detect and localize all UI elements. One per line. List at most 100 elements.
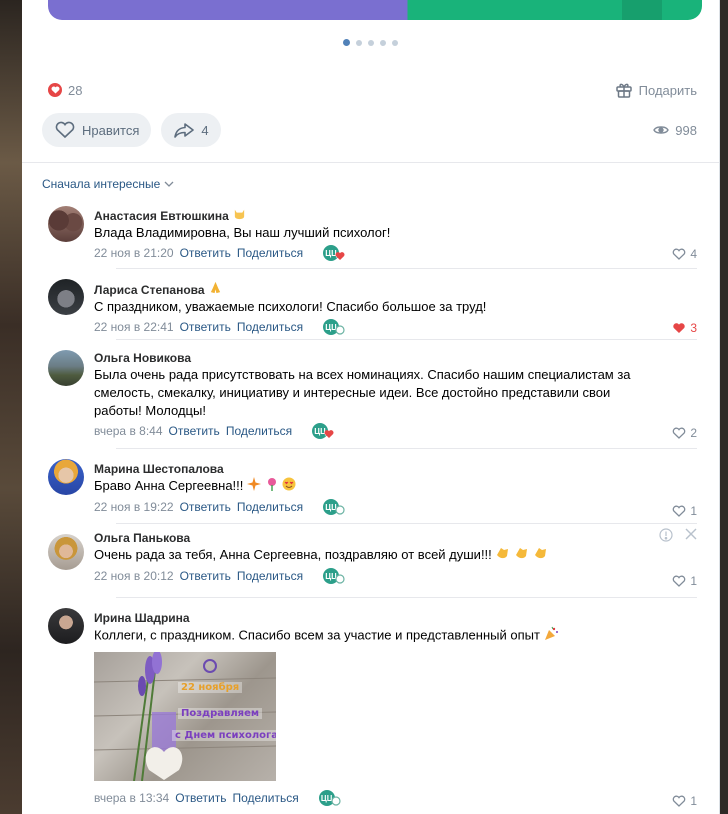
reply-link[interactable]: Ответить (180, 569, 231, 583)
avatar[interactable] (48, 206, 84, 242)
avatar[interactable] (48, 279, 84, 315)
share-link[interactable]: Поделиться (237, 500, 303, 514)
carousel-dot-1[interactable] (343, 39, 350, 46)
attachment-greeting-text: Поздравляем (178, 708, 263, 719)
attachment-date-text: 22 ноября (178, 682, 243, 693)
comment-text-content: Браво Анна Сергеевна!!! (94, 478, 244, 493)
comment-like-button[interactable]: 1 (672, 504, 697, 518)
comment-like-count: 1 (690, 574, 697, 588)
comment-author[interactable]: Марина Шестопалова (94, 461, 224, 477)
reply-link[interactable]: Ответить (180, 320, 231, 334)
comment-reactions[interactable]: ЦЦ (323, 499, 345, 516)
post-image-bottom[interactable] (48, 0, 702, 20)
share-link[interactable]: Поделиться (237, 246, 303, 260)
report-icon[interactable] (659, 528, 673, 542)
gift-button[interactable]: Подарить (615, 81, 697, 99)
comment-text-line: Была очень рада присутствовать на всех н… (94, 367, 631, 382)
likes-count: 28 (68, 82, 83, 98)
comment-like-count: 1 (690, 504, 697, 518)
share-link[interactable]: Поделиться (226, 424, 292, 438)
comment-controls (659, 528, 697, 542)
reply-link[interactable]: Ответить (169, 424, 220, 438)
carousel-dot-2[interactable] (356, 40, 362, 46)
party-popper-emoji-icon (544, 626, 559, 646)
reply-link[interactable]: Ответить (180, 246, 231, 260)
comment-time[interactable]: вчера в 8:44 (94, 424, 163, 438)
close-icon[interactable] (685, 528, 697, 540)
comment-author[interactable]: Ирина Шадрина (94, 610, 190, 626)
heart-outline-icon (672, 575, 686, 587)
clap-emoji-icon (514, 546, 529, 565)
avatar[interactable] (48, 350, 84, 386)
share-button[interactable]: 4 (161, 113, 221, 147)
comment-like-count: 3 (690, 321, 697, 335)
share-arrow-icon (174, 123, 195, 138)
comment-like-button[interactable]: 3 (672, 321, 697, 335)
comment-author[interactable]: Ольга Новикова (94, 350, 191, 366)
gift-icon (615, 83, 632, 98)
avatar[interactable] (48, 608, 84, 644)
heart-outline-icon (672, 248, 686, 260)
flower-emoji-icon (265, 477, 279, 496)
comment-text: Очень рада за тебя, Анна Сергеевна, позд… (94, 546, 697, 565)
clap-emoji-icon (533, 546, 548, 565)
comments-sort-dropdown[interactable]: Сначала интересные (42, 177, 174, 191)
comment-reactions[interactable]: ЦЦ (312, 423, 334, 439)
sparkle-emoji-icon (247, 477, 262, 496)
comment-text: Влада Владимировна, Вы наш лучший психол… (94, 225, 391, 240)
comment-author[interactable]: Лариса Степанова (94, 282, 205, 298)
carousel-dot-5[interactable] (392, 40, 398, 46)
comment-item: Марина Шестопалова Браво Анна Сергеевна!… (22, 449, 719, 523)
comment-time[interactable]: вчера в 13:34 (94, 791, 169, 805)
share-link[interactable]: Поделиться (232, 791, 298, 805)
share-link[interactable]: Поделиться (237, 320, 303, 334)
comment-like-count: 1 (690, 794, 697, 808)
carousel-dot-4[interactable] (380, 40, 386, 46)
background-right-strip (720, 0, 728, 814)
comment-time[interactable]: 22 ноя в 21:20 (94, 246, 174, 260)
carousel-dots (22, 39, 719, 46)
attachment-holiday-text: с Днем психолога! (172, 730, 276, 741)
reply-link[interactable]: Ответить (180, 500, 231, 514)
heart-outline-icon (55, 121, 75, 139)
comment-author[interactable]: Ольга Панькова (94, 530, 190, 546)
comment-text-content: Коллеги, с праздником. Спасибо всем за у… (94, 627, 540, 643)
comment-like-button[interactable]: 1 (672, 574, 697, 588)
comment-reactions[interactable]: ЦЦ (323, 568, 345, 585)
post-actions: Нравится 4 998 (42, 113, 697, 147)
carousel-dot-3[interactable] (368, 40, 374, 46)
heart-reaction-icon (335, 252, 345, 260)
heart-outline-icon (672, 505, 686, 517)
clap-emoji-icon (495, 546, 510, 565)
comment-like-button[interactable]: 1 (672, 794, 697, 808)
comment-reactions[interactable]: ЦЦ (318, 790, 341, 806)
reply-link[interactable]: Ответить (175, 791, 226, 805)
comment-reactions[interactable]: ЦЦ (323, 319, 345, 335)
comment-time[interactable]: 22 ноя в 22:41 (94, 320, 174, 334)
avatar[interactable] (48, 459, 84, 495)
comment-item: Ольга Новикова Была очень рада присутств… (22, 340, 719, 448)
comment-attachment-image[interactable]: 22 ноября Поздравляем с Днем психолога! (94, 652, 276, 781)
comment-time[interactable]: 22 ноя в 19:22 (94, 500, 174, 514)
views-count: 998 (675, 122, 697, 138)
comment-reactions[interactable]: ЦЦ (323, 245, 345, 261)
smile-reaction-icon (335, 574, 345, 584)
comment-time[interactable]: 22 ноя в 20:12 (94, 569, 174, 583)
share-link[interactable]: Поделиться (237, 569, 303, 583)
smile-reaction-icon (331, 796, 341, 806)
comment-like-button[interactable]: 2 (672, 426, 697, 440)
reactions-summary[interactable]: 28 (48, 83, 82, 98)
comment-text-line: смелость, смекалку, инициативу и интерес… (94, 385, 611, 400)
avatar[interactable] (48, 534, 84, 570)
like-button-label: Нравится (82, 122, 140, 138)
comment-text-content: Очень рада за тебя, Анна Сергеевна, позд… (94, 547, 492, 562)
smile-reaction-icon (335, 325, 345, 335)
like-button[interactable]: Нравится (42, 113, 152, 147)
background-left-strip (0, 0, 22, 814)
comment-like-button[interactable]: 4 (672, 247, 697, 261)
sort-label: Сначала интересные (42, 177, 161, 191)
comment-item: Ольга Панькова Очень рада за тебя, Анна … (22, 524, 719, 597)
comment-author[interactable]: Анастасия Евтюшкина (94, 208, 229, 224)
smile-reaction-icon (335, 505, 345, 515)
comment-like-count: 2 (690, 426, 697, 440)
